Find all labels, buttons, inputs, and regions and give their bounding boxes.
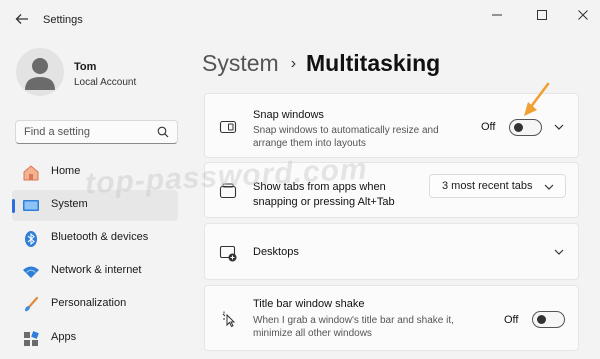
chevron-down-icon[interactable]	[553, 121, 565, 133]
shake-icon	[222, 311, 236, 328]
toggle-knob	[514, 123, 523, 132]
back-arrow-icon[interactable]	[14, 11, 30, 27]
sidebar-item-apps[interactable]: Apps	[12, 323, 178, 354]
window-shake-card: Title bar window shake When I grab a win…	[204, 285, 579, 351]
close-button[interactable]	[568, 6, 598, 24]
show-tabs-title: Show tabs from apps when snapping or pre…	[253, 181, 395, 208]
search-placeholder: Find a setting	[24, 126, 91, 138]
sidebar-item-label: Bluetooth & devices	[51, 231, 149, 243]
brush-icon	[25, 296, 39, 312]
toggle-knob	[537, 315, 546, 324]
wifi-icon	[23, 266, 39, 278]
title-bar: Settings	[0, 0, 600, 38]
snap-toggle-label: Off	[481, 121, 496, 133]
desktops-title: Desktops	[253, 246, 299, 258]
annotation-arrow-icon	[524, 82, 550, 116]
maximize-button[interactable]	[527, 6, 557, 24]
maximize-icon	[537, 10, 547, 20]
chevron-down-icon[interactable]	[553, 246, 565, 258]
sidebar-item-label: Apps	[51, 331, 77, 343]
avatar	[16, 48, 64, 96]
desktops-icon	[219, 245, 237, 262]
snap-windows-description: Snap windows to automatically resize and…	[253, 125, 439, 149]
window-title: Settings	[43, 14, 83, 26]
sidebar-item-personalization[interactable]: Personalization	[12, 289, 178, 320]
bluetooth-icon	[25, 231, 37, 247]
breadcrumb-parent[interactable]: System	[202, 50, 279, 76]
sidebar-item-label: Network & internet	[51, 264, 142, 276]
close-icon	[578, 10, 588, 20]
tabs-dropdown[interactable]: 3 most recent tabs	[429, 174, 566, 198]
window-shake-description: When I grab a window's title bar and sha…	[253, 315, 454, 339]
system-icon	[23, 200, 39, 211]
breadcrumb: System › Multitasking	[202, 50, 440, 77]
sidebar-item-bluetooth[interactable]: Bluetooth & devices	[12, 223, 178, 254]
snap-icon	[219, 120, 237, 134]
show-tabs-card: Show tabs from apps when snapping or pre…	[204, 162, 579, 218]
shake-toggle-label: Off	[504, 314, 519, 326]
snap-windows-title: Snap windows	[253, 109, 324, 121]
user-avatar-icon	[25, 58, 55, 90]
sidebar-item-label: System	[51, 198, 88, 210]
dropdown-value: 3 most recent tabs	[442, 180, 533, 192]
snap-windows-toggle[interactable]	[509, 119, 542, 136]
window-shake-toggle[interactable]	[532, 311, 565, 328]
sidebar-item-network[interactable]: Network & internet	[12, 256, 178, 287]
sidebar-item-system[interactable]: System	[12, 190, 178, 221]
sidebar-item-home[interactable]: Home	[12, 157, 178, 188]
minimize-icon	[492, 14, 502, 16]
minimize-button[interactable]	[482, 6, 512, 24]
search-input[interactable]: Find a setting	[15, 120, 178, 144]
apps-icon	[24, 331, 39, 346]
account-type: Local Account	[74, 77, 137, 88]
sidebar-item-label: Home	[51, 165, 81, 177]
alt-tab-icon	[219, 183, 237, 199]
chevron-down-icon	[544, 184, 554, 190]
page-title: Multitasking	[306, 50, 441, 76]
desktops-card[interactable]: Desktops	[204, 223, 579, 280]
search-icon	[157, 126, 169, 138]
sidebar-item-label: Personalization	[51, 297, 127, 309]
window-shake-title: Title bar window shake	[253, 298, 365, 310]
user-name: Tom	[74, 61, 97, 73]
home-icon	[23, 165, 39, 181]
active-indicator	[12, 199, 15, 213]
breadcrumb-separator: ›	[290, 55, 297, 72]
